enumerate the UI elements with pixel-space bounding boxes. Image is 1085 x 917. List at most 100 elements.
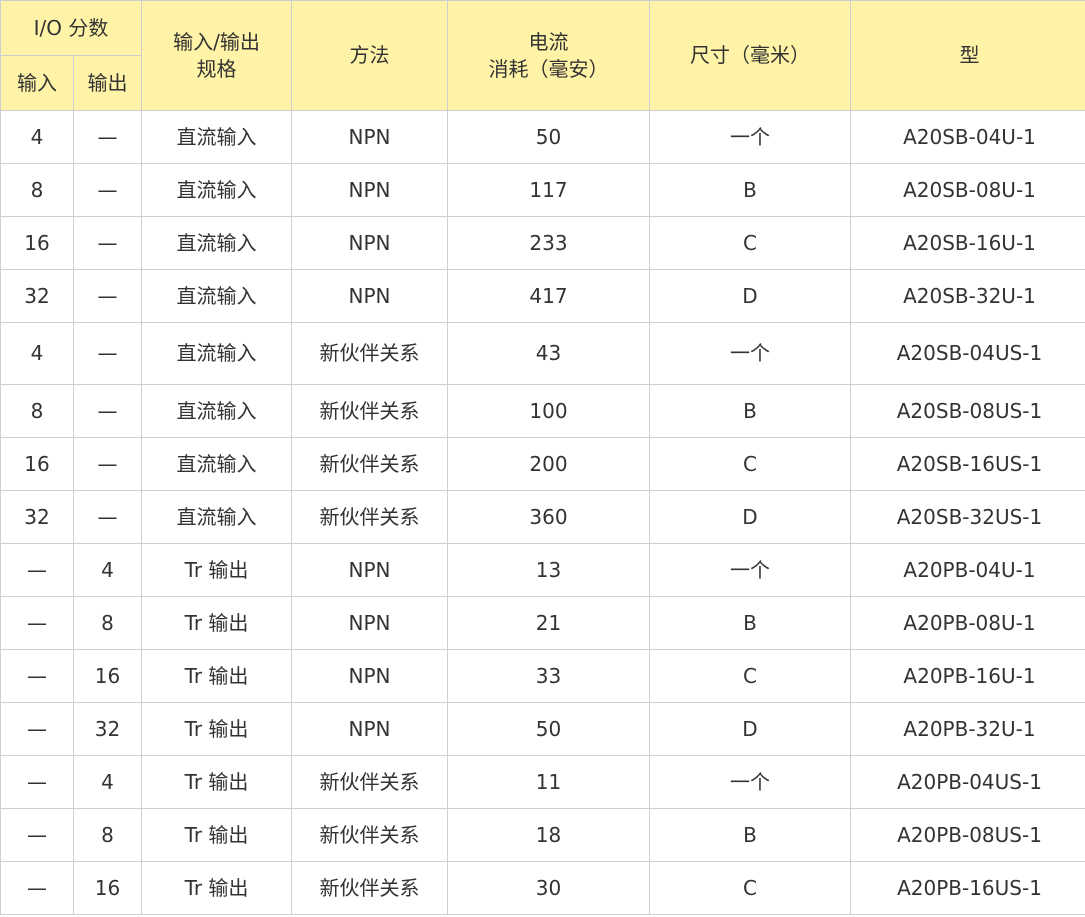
cell-model: A20SB-32US-1 [850, 490, 1085, 544]
cell-current: 417 [447, 269, 650, 323]
cell-current: 18 [447, 808, 650, 862]
cell-model: A20SB-32U-1 [850, 269, 1085, 323]
cell-input: — [0, 649, 74, 703]
cell-input: — [0, 808, 74, 862]
header-io-points: I/O 分数 [0, 0, 142, 56]
cell-model: A20PB-16US-1 [850, 861, 1085, 915]
cell-io-spec: 直流输入 [141, 322, 292, 385]
cell-method: 新伙伴关系 [291, 437, 448, 491]
table-row: —4 Tr 输出 新伙伴关系 11 一个 A20PB-04US-1 [0, 755, 1085, 809]
cell-input: 16 [0, 437, 74, 491]
product-spec-table: I/O 分数 输入/输出规格 方法 电流 消耗（毫安） 尺寸（毫米） 型 输入 … [0, 0, 1085, 915]
cell-current: 360 [447, 490, 650, 544]
cell-model: A20PB-32U-1 [850, 702, 1085, 756]
cell-io-spec: 直流输入 [141, 110, 292, 164]
cell-model: A20PB-08US-1 [850, 808, 1085, 862]
cell-size: B [649, 163, 851, 217]
cell-current: 43 [447, 322, 650, 385]
cell-size: C [649, 861, 851, 915]
table-row: 32— 直流输入 新伙伴关系 360 D A20SB-32US-1 [0, 490, 1085, 544]
table-row: 4— 直流输入 NPN 50 一个 A20SB-04U-1 [0, 110, 1085, 164]
cell-size: C [649, 649, 851, 703]
cell-current: 33 [447, 649, 650, 703]
cell-model: A20SB-16U-1 [850, 216, 1085, 270]
header-current-line2: 消耗（毫安） [488, 56, 609, 81]
cell-output: 4 [73, 755, 142, 809]
table-row: 16— 直流输入 新伙伴关系 200 C A20SB-16US-1 [0, 437, 1085, 491]
cell-output: 8 [73, 596, 142, 650]
table-row: —16 Tr 输出 新伙伴关系 30 C A20PB-16US-1 [0, 861, 1085, 915]
cell-output: 16 [73, 649, 142, 703]
cell-input: — [0, 755, 74, 809]
cell-size: 一个 [649, 110, 851, 164]
cell-input: 8 [0, 163, 74, 217]
cell-io-spec: 直流输入 [141, 384, 292, 438]
cell-current: 11 [447, 755, 650, 809]
table-row: 32— 直流输入 NPN 417 D A20SB-32U-1 [0, 269, 1085, 323]
table-header: I/O 分数 输入/输出规格 方法 电流 消耗（毫安） 尺寸（毫米） 型 输入 … [0, 0, 1085, 111]
header-current: 电流 消耗（毫安） [447, 0, 650, 111]
cell-size: D [649, 269, 851, 323]
cell-size: C [649, 437, 851, 491]
cell-io-spec: Tr 输出 [141, 702, 292, 756]
cell-method: 新伙伴关系 [291, 384, 448, 438]
cell-current: 117 [447, 163, 650, 217]
cell-model: A20PB-04U-1 [850, 543, 1085, 597]
cell-input: 32 [0, 269, 74, 323]
cell-size: D [649, 490, 851, 544]
cell-io-spec: 直流输入 [141, 216, 292, 270]
cell-model: A20PB-16U-1 [850, 649, 1085, 703]
cell-output: 16 [73, 861, 142, 915]
cell-model: A20PB-08U-1 [850, 596, 1085, 650]
cell-current: 13 [447, 543, 650, 597]
cell-model: A20SB-04US-1 [850, 322, 1085, 385]
cell-method: 新伙伴关系 [291, 755, 448, 809]
header-io-spec-text: 输入/输出规格 [173, 29, 260, 81]
cell-current: 21 [447, 596, 650, 650]
table-row: 4— 直流输入 新伙伴关系 43 一个 A20SB-04US-1 [0, 322, 1085, 385]
cell-input: 4 [0, 110, 74, 164]
cell-size: D [649, 702, 851, 756]
cell-io-spec: 直流输入 [141, 269, 292, 323]
cell-io-spec: Tr 输出 [141, 543, 292, 597]
cell-method: 新伙伴关系 [291, 808, 448, 862]
header-model: 型 [850, 0, 1085, 111]
table-row: 8— 直流输入 新伙伴关系 100 B A20SB-08US-1 [0, 384, 1085, 438]
cell-output: — [73, 163, 142, 217]
cell-model: A20SB-08U-1 [850, 163, 1085, 217]
cell-method: NPN [291, 649, 448, 703]
cell-input: 4 [0, 322, 74, 385]
cell-method: NPN [291, 216, 448, 270]
cell-size: 一个 [649, 322, 851, 385]
cell-current: 100 [447, 384, 650, 438]
cell-method: NPN [291, 110, 448, 164]
header-method: 方法 [291, 0, 448, 111]
cell-method: NPN [291, 596, 448, 650]
cell-io-spec: 直流输入 [141, 437, 292, 491]
cell-output: 8 [73, 808, 142, 862]
header-output: 输出 [73, 55, 142, 111]
cell-size: B [649, 808, 851, 862]
table-row: 8— 直流输入 NPN 117 B A20SB-08U-1 [0, 163, 1085, 217]
table-row: —4 Tr 输出 NPN 13 一个 A20PB-04U-1 [0, 543, 1085, 597]
table-row: —32 Tr 输出 NPN 50 D A20PB-32U-1 [0, 702, 1085, 756]
cell-method: NPN [291, 543, 448, 597]
header-input: 输入 [0, 55, 74, 111]
cell-method: NPN [291, 163, 448, 217]
cell-input: — [0, 861, 74, 915]
cell-method: 新伙伴关系 [291, 861, 448, 915]
header-size: 尺寸（毫米） [649, 0, 851, 111]
cell-method: 新伙伴关系 [291, 490, 448, 544]
cell-io-spec: Tr 输出 [141, 649, 292, 703]
cell-input: — [0, 596, 74, 650]
cell-io-spec: 直流输入 [141, 163, 292, 217]
cell-size: B [649, 596, 851, 650]
cell-input: 8 [0, 384, 74, 438]
cell-size: 一个 [649, 755, 851, 809]
cell-input: 16 [0, 216, 74, 270]
cell-input: — [0, 543, 74, 597]
cell-io-spec: 直流输入 [141, 490, 292, 544]
table-row: —8 Tr 输出 NPN 21 B A20PB-08U-1 [0, 596, 1085, 650]
cell-method: NPN [291, 702, 448, 756]
cell-model: A20PB-04US-1 [850, 755, 1085, 809]
